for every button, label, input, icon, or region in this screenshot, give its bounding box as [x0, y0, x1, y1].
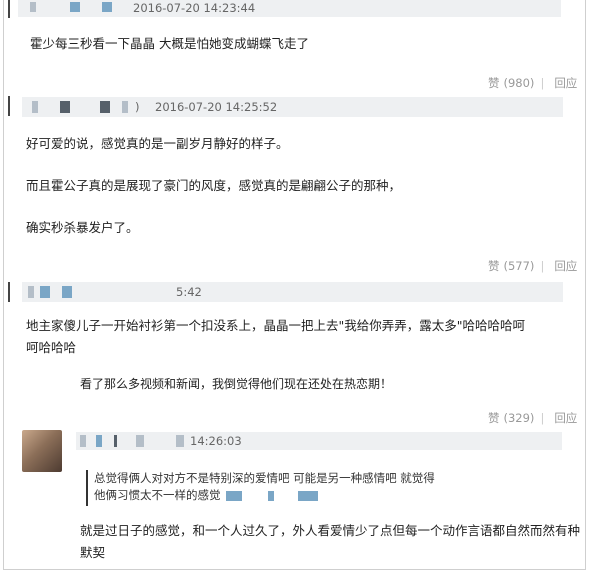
- comment-header: 5:42: [22, 282, 563, 302]
- comment-actions: 赞 (980) | 回应: [480, 75, 577, 91]
- comment-header: ) 2016-07-20 14:25:52: [22, 97, 563, 117]
- comment-text: 好可爱的说，感觉真的是一副岁月静好的样子。: [26, 136, 289, 151]
- comment-header: 14:26:03: [76, 432, 562, 450]
- blurred-username: [80, 435, 86, 447]
- left-divider: [8, 282, 10, 302]
- comment-header: 2016-07-20 14:23:44: [18, 0, 561, 17]
- blurred-username: [60, 101, 70, 113]
- comment-text: 呵哈哈哈: [26, 340, 77, 355]
- comment-text: 霍少每三秒看一下晶晶 大概是怕她变成蝴蝶飞走了: [30, 36, 309, 51]
- like-count: (980): [503, 76, 535, 90]
- like-label: 赞: [488, 411, 500, 425]
- left-divider: [8, 96, 10, 116]
- like-count: (329): [503, 411, 535, 425]
- blurred-username: [176, 435, 184, 447]
- blurred-username: [226, 491, 242, 501]
- comment-timestamp: 5:42: [176, 285, 202, 299]
- blurred-username: [96, 435, 102, 447]
- like-count: (577): [503, 259, 535, 273]
- reply-button[interactable]: 回应: [554, 76, 577, 90]
- comment-timestamp: 2016-07-20 14:23:44: [133, 1, 256, 15]
- action-separator: |: [540, 411, 545, 425]
- avatar[interactable]: [22, 430, 62, 472]
- blurred-username: [100, 101, 110, 113]
- comment-prefix: ): [135, 100, 140, 114]
- comment-actions: 赞 (577) | 回应: [480, 258, 577, 274]
- blurred-username: [136, 435, 144, 447]
- reply-button[interactable]: 回应: [554, 411, 577, 425]
- blurred-username: [268, 491, 274, 501]
- quoted-comment: 总觉得俩人对对方不是特别深的爱情吧 可能是另一种感情吧 就觉得 他俩习惯太不一样…: [86, 470, 454, 506]
- blurred-username: [70, 2, 80, 12]
- like-button[interactable]: 赞 (577): [484, 259, 534, 273]
- reply-text: 看了那么多视频和新闻，我倒觉得他们现在还处在热恋期！: [80, 377, 393, 391]
- blurred-username: [32, 101, 38, 113]
- like-button[interactable]: 赞 (980): [484, 76, 534, 90]
- comment-text: 而且霍公子真的是展现了豪门的风度，感觉真的是翩翩公子的那种，: [26, 178, 402, 193]
- comment-timestamp: 14:26:03: [190, 434, 242, 448]
- action-separator: |: [540, 259, 545, 273]
- blurred-username: [30, 2, 36, 12]
- blurred-username: [102, 2, 112, 12]
- reply-button[interactable]: 回应: [554, 259, 577, 273]
- comment-actions: 赞 (329) | 回应: [480, 410, 577, 426]
- left-divider: [8, 0, 10, 18]
- comment-text: 地主家傻儿子一开始衬衫第一个扣没系上，晶晶一把上去"我给你弄弄，露太多"哈哈哈哈…: [26, 318, 526, 333]
- action-separator: |: [540, 76, 545, 90]
- like-label: 赞: [488, 259, 500, 273]
- blurred-username: [122, 101, 128, 113]
- comment-text: 默契: [80, 545, 106, 560]
- like-label: 赞: [488, 76, 500, 90]
- comment-text: 就是过日子的感觉，和一个人过久了，外人看爱情少了点但每一个动作言语都自然而然有种: [80, 523, 581, 538]
- blurred-username: [62, 286, 72, 298]
- like-button[interactable]: 赞 (329): [484, 411, 534, 425]
- quote-text: 他俩习惯太不一样的感觉: [94, 488, 221, 502]
- comment-text: 确实秒杀暴发户了。: [26, 220, 139, 235]
- blurred-username: [28, 286, 34, 298]
- blurred-username: [298, 491, 318, 501]
- blurred-username: [40, 286, 50, 298]
- comment-timestamp: 2016-07-20 14:25:52: [155, 100, 278, 114]
- quote-text: 总觉得俩人对对方不是特别深的爱情吧 可能是另一种感情吧 就觉得: [94, 471, 435, 485]
- blurred-username: [114, 435, 117, 447]
